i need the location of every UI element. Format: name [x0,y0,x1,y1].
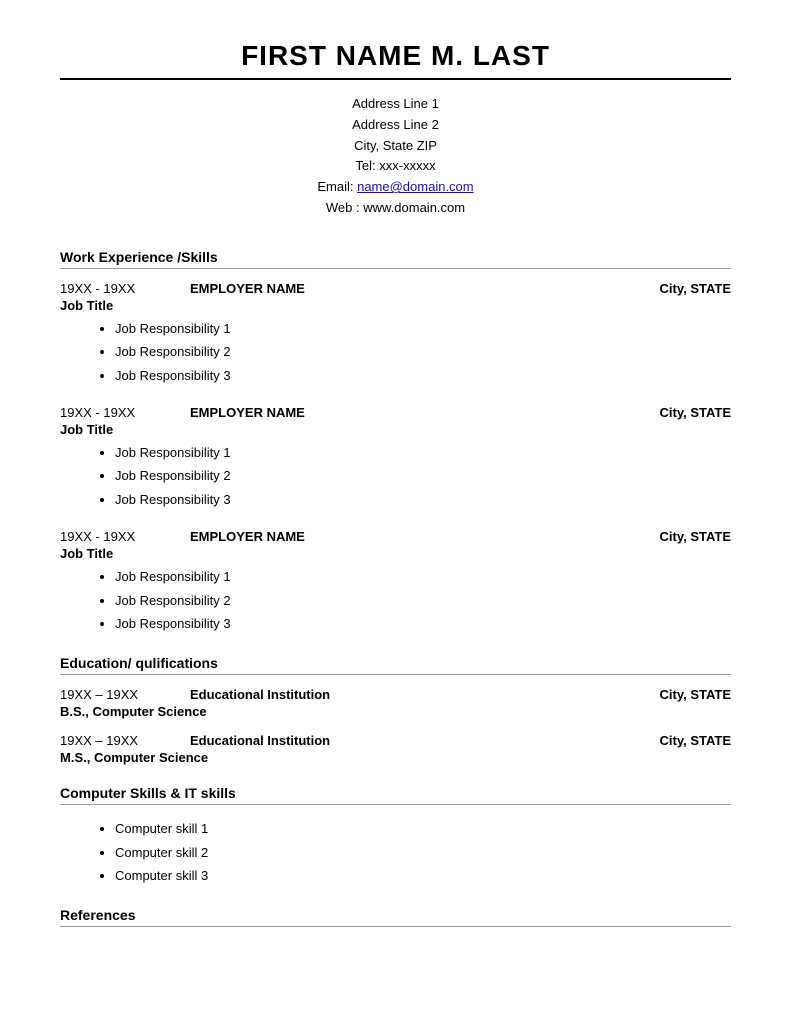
employer-name-2: EMPLOYER NAME [190,405,660,420]
edu-location-2: City, STATE [660,733,732,748]
list-item: Job Responsibility 3 [115,488,731,511]
web: Web : www.domain.com [60,198,731,219]
work-experience-header: Work Experience /Skills [60,249,731,269]
resume-page: FIRST NAME M. LAST Address Line 1 Addres… [0,0,791,1024]
job-entry-2: 19XX - 19XX EMPLOYER NAME City, STATE Jo… [60,405,731,511]
list-item: Job Responsibility 2 [115,340,731,363]
list-item: Computer skill 2 [115,841,731,864]
job-line-3: 19XX - 19XX EMPLOYER NAME City, STATE [60,529,731,544]
edu-line-1: 19XX – 19XX Educational Institution City… [60,687,731,702]
job-location-2: City, STATE [660,405,732,420]
job-location-1: City, STATE [660,281,732,296]
list-item: Job Responsibility 2 [115,589,731,612]
job-responsibilities-1: Job Responsibility 1 Job Responsibility … [60,317,731,387]
job-location-3: City, STATE [660,529,732,544]
edu-degree-2: M.S., Computer Science [60,750,731,765]
work-experience-section: Work Experience /Skills 19XX - 19XX EMPL… [60,249,731,636]
list-item: Computer skill 3 [115,864,731,887]
email-line: Email: name@domain.com [60,177,731,198]
email-label: Email: [317,179,357,194]
edu-institution-2: Educational Institution [190,733,660,748]
address-line1: Address Line 1 [60,94,731,115]
education-header: Education/ qulifications [60,655,731,675]
list-item: Job Responsibility 2 [115,464,731,487]
references-header: References [60,907,731,927]
education-section: Education/ qulifications 19XX – 19XX Edu… [60,655,731,765]
resume-name: FIRST NAME M. LAST [60,40,731,80]
edu-dates-1: 19XX – 19XX [60,687,190,702]
job-title-1: Job Title [60,298,731,313]
job-entry-1: 19XX - 19XX EMPLOYER NAME City, STATE Jo… [60,281,731,387]
edu-line-2: 19XX – 19XX Educational Institution City… [60,733,731,748]
employer-name-1: EMPLOYER NAME [190,281,660,296]
list-item: Job Responsibility 1 [115,565,731,588]
edu-entry-1: 19XX – 19XX Educational Institution City… [60,687,731,719]
city-state-zip: City, State ZIP [60,136,731,157]
job-responsibilities-3: Job Responsibility 1 Job Responsibility … [60,565,731,635]
job-line-2: 19XX - 19XX EMPLOYER NAME City, STATE [60,405,731,420]
job-dates-1: 19XX - 19XX [60,281,190,296]
contact-info: Address Line 1 Address Line 2 City, Stat… [60,94,731,219]
list-item: Job Responsibility 3 [115,364,731,387]
email-link[interactable]: name@domain.com [357,179,474,194]
edu-dates-2: 19XX – 19XX [60,733,190,748]
job-dates-3: 19XX - 19XX [60,529,190,544]
job-responsibilities-2: Job Responsibility 1 Job Responsibility … [60,441,731,511]
list-item: Job Responsibility 1 [115,317,731,340]
job-dates-2: 19XX - 19XX [60,405,190,420]
references-section: References [60,907,731,927]
employer-name-3: EMPLOYER NAME [190,529,660,544]
edu-entry-2: 19XX – 19XX Educational Institution City… [60,733,731,765]
edu-institution-1: Educational Institution [190,687,660,702]
job-line-1: 19XX - 19XX EMPLOYER NAME City, STATE [60,281,731,296]
job-entry-3: 19XX - 19XX EMPLOYER NAME City, STATE Jo… [60,529,731,635]
skills-list: Computer skill 1 Computer skill 2 Comput… [60,817,731,887]
edu-degree-1: B.S., Computer Science [60,704,731,719]
computer-skills-header: Computer Skills & IT skills [60,785,731,805]
list-item: Computer skill 1 [115,817,731,840]
address-line2: Address Line 2 [60,115,731,136]
job-title-2: Job Title [60,422,731,437]
job-title-3: Job Title [60,546,731,561]
list-item: Job Responsibility 1 [115,441,731,464]
computer-skills-section: Computer Skills & IT skills Computer ski… [60,785,731,887]
tel: Tel: xxx-xxxxx [60,156,731,177]
list-item: Job Responsibility 3 [115,612,731,635]
edu-location-1: City, STATE [660,687,732,702]
